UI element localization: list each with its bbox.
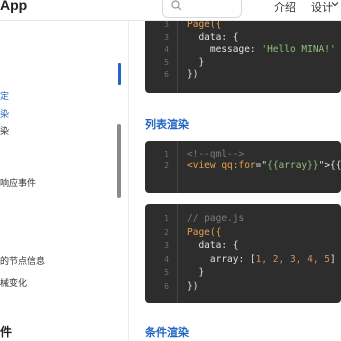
- line-number: 5: [164, 57, 169, 67]
- line-number: 4: [164, 45, 169, 54]
- code-text: array: [1, 2, 3, 4, 5]: [187, 253, 336, 265]
- search-input[interactable]: [162, 0, 242, 18]
- sidebar-item-active[interactable]: 染: [0, 107, 9, 120]
- sidebar: 定 染 染 响应事件 的节点信息 械变化 件: [0, 21, 129, 341]
- code-text: }): [187, 69, 199, 80]
- sidebar-item[interactable]: 定: [0, 89, 9, 102]
- search-icon: [171, 0, 182, 11]
- code-text: }): [187, 280, 199, 292]
- nav-design-link[interactable]: 设计: [311, 0, 333, 15]
- sidebar-item[interactable]: 染: [0, 124, 9, 137]
- code-block-array-js: 1 // page.js 2 Page({ 3 data: { 4 array: [1, …: [145, 204, 341, 303]
- line-number: 2: [164, 227, 169, 237]
- line-number: 2: [164, 161, 169, 170]
- code-block-qml: 1<!--qml-->2<view qq:for="{{array}}">{{i…: [145, 141, 341, 193]
- line-number: 4: [164, 254, 169, 264]
- nav-intro-link[interactable]: 介绍: [274, 0, 296, 15]
- chevron-down-icon[interactable]: [331, 0, 339, 8]
- code-text: }: [187, 56, 205, 68]
- sidebar-group-title[interactable]: 件: [0, 323, 12, 340]
- brand-title[interactable]: App: [0, 0, 27, 13]
- sidebar-item[interactable]: 械变化: [0, 276, 27, 289]
- code-text: Page({: [187, 226, 222, 238]
- section-title-cond-render[interactable]: 条件渲染: [145, 324, 189, 340]
- section-title-list-render[interactable]: 列表渲染: [145, 116, 189, 132]
- sidebar-active-indicator: [118, 63, 121, 85]
- code-text: data: {: [187, 31, 239, 43]
- sidebar-item[interactable]: 的节点信息: [0, 254, 45, 267]
- code-text: <view qq:for="{{array}}">{{item: [187, 160, 341, 171]
- code-text: message: 'Hello MINA!': [187, 44, 336, 55]
- code-text: // page.js: [187, 213, 245, 224]
- sidebar-item[interactable]: 响应事件: [0, 176, 36, 189]
- main-content: 3 Page({ 3 data: { 4 message: 'Hello MINA!'…: [129, 18, 341, 341]
- line-number: 6: [164, 281, 169, 291]
- line-number: 1: [164, 214, 169, 223]
- line-number: 5: [164, 268, 169, 277]
- code-block-page-js: 3 Page({3 data: {4 message: 'Hello MINA!'…: [145, 18, 341, 93]
- sidebar-scrollbar[interactable]: [117, 124, 121, 198]
- code-text: }: [187, 267, 205, 278]
- line-number: 6: [164, 70, 169, 79]
- line-number: 3: [164, 241, 169, 250]
- code-text: data: {: [187, 240, 239, 251]
- line-number: 3: [164, 32, 169, 42]
- top-header: App 介绍 设计: [0, 0, 341, 21]
